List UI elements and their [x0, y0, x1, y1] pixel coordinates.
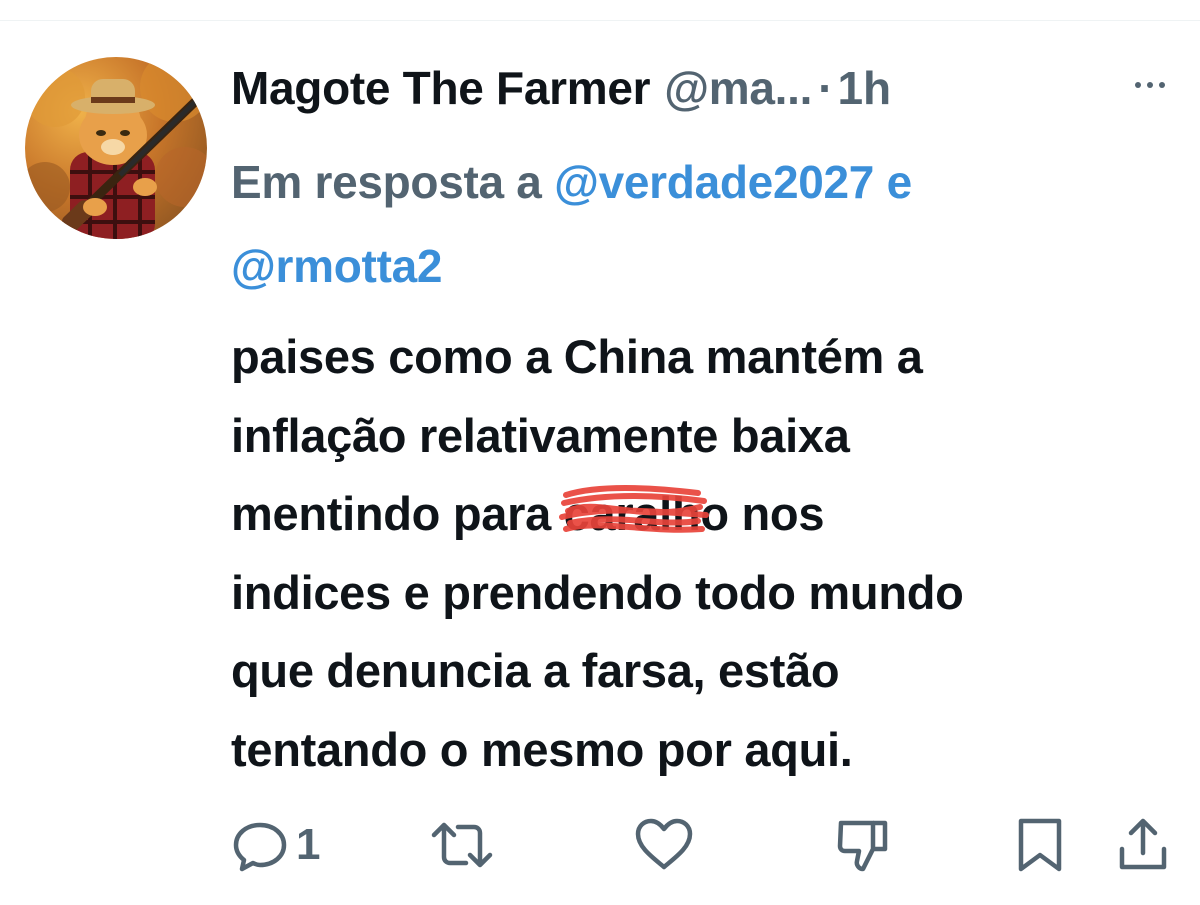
like-button[interactable]: [632, 815, 696, 875]
author-handle[interactable]: @ma...: [664, 61, 812, 115]
more-dot-icon: [1147, 82, 1153, 88]
more-dot-icon: [1135, 82, 1141, 88]
share-button[interactable]: [1116, 815, 1170, 875]
reply-context: Em resposta a @verdade2027 e @rmotta2: [231, 140, 1161, 308]
bookmark-button[interactable]: [1015, 815, 1065, 875]
author-display-name[interactable]: Magote The Farmer: [231, 61, 651, 115]
tweet-text-line: tentando o mesmo por aqui.: [231, 722, 853, 776]
dislike-icon: [837, 820, 888, 872]
separator-dot: ·: [818, 62, 834, 114]
tweet-header: Magote The Farmer @ma... · 1h: [231, 58, 891, 118]
more-options-button[interactable]: [1125, 70, 1175, 100]
censor-scribble-icon: [558, 485, 709, 533]
tweet-text-line: paises como a China mantém a: [231, 330, 923, 383]
tweet-text-line: inflação relativamente baixa: [231, 408, 850, 462]
top-divider: [0, 20, 1200, 21]
mention-link[interactable]: @verdade2027: [554, 156, 874, 208]
tweet-text-segment: mentindo para: [231, 487, 564, 540]
retweet-button[interactable]: [430, 815, 494, 875]
reply-prefix: Em resposta a: [231, 156, 542, 208]
avatar[interactable]: [25, 57, 207, 239]
share-icon: [1119, 818, 1167, 870]
tweet-text: paises como a China mantém a inflação re…: [231, 318, 1181, 789]
reply-button[interactable]: 1: [230, 815, 320, 875]
reply-conjunction: e: [886, 156, 913, 208]
like-icon: [635, 818, 693, 870]
tweet-text-line: que denuncia a farsa, estão: [231, 644, 840, 697]
reply-count: 1: [296, 820, 321, 869]
bookmark-icon: [1018, 818, 1062, 872]
censored-word: caralho: [558, 475, 729, 554]
tweet-text-line: indices e prendendo todo mundo: [231, 565, 964, 619]
dislike-button[interactable]: [833, 815, 893, 875]
more-dot-icon: [1159, 82, 1165, 88]
tweet-text-segment: nos: [728, 487, 825, 540]
cat-farmer-avatar-icon: [25, 57, 207, 239]
tweet-actions: 1: [230, 815, 1170, 875]
tweet-timestamp[interactable]: 1h: [837, 61, 891, 115]
reply-icon: [233, 822, 287, 872]
tweet-text-line: mentindo para caralho nos: [231, 475, 1181, 554]
mention-link[interactable]: @rmotta2: [231, 240, 442, 292]
retweet-icon: [431, 822, 493, 868]
